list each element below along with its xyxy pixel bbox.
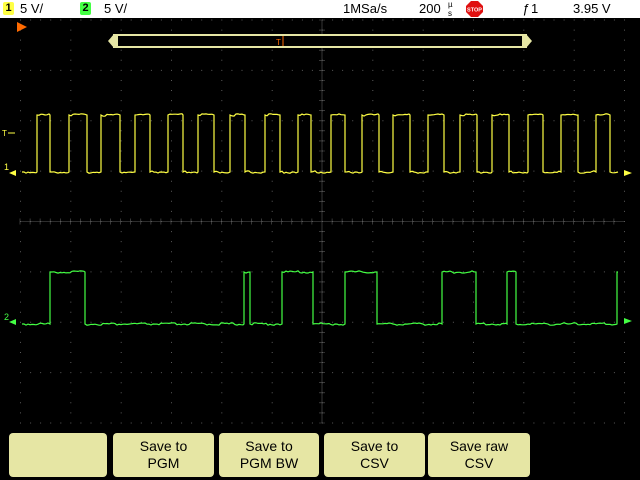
sample-rate: 1MSa/s bbox=[343, 1, 388, 16]
ch1-badge: 1 bbox=[3, 2, 14, 15]
softkey-2-line2: PGM bbox=[147, 455, 180, 471]
softkey-4-line1: Save to bbox=[350, 438, 399, 454]
graticule bbox=[19, 19, 625, 424]
save-to-pgm-bw-button[interactable]: Save to PGM BW bbox=[219, 433, 319, 477]
ch1-waveform bbox=[22, 113, 619, 174]
svg-text:1: 1 bbox=[4, 162, 9, 172]
ch2-waveform bbox=[22, 270, 618, 326]
softkey-3-line1: Save to bbox=[245, 438, 293, 454]
ch1-trigger-level-marker[interactable]: T bbox=[2, 129, 15, 138]
memory-position-bar[interactable]: T bbox=[108, 34, 532, 48]
softkey-2-line1: Save to bbox=[139, 438, 188, 454]
softkey-4-line2: CSV bbox=[360, 455, 389, 471]
timebase-unit: µ s bbox=[448, 0, 453, 18]
waveform-display: T T 1 2 bbox=[2, 19, 632, 424]
timebase-unit-prefix: µ bbox=[448, 0, 453, 9]
ch2-scale: 5 V/ bbox=[104, 1, 128, 16]
ch2-ground-marker[interactable]: 2 bbox=[4, 312, 16, 325]
softkey-5-line1: Save raw bbox=[449, 438, 509, 454]
trigger-time-marker-icon[interactable] bbox=[17, 22, 27, 32]
trigger-level: 3.95 V bbox=[573, 1, 611, 16]
trigger-slope-icon: ƒ bbox=[522, 1, 530, 16]
ch1-ground-marker[interactable]: 1 bbox=[4, 162, 16, 176]
timebase-value: 200 bbox=[419, 1, 441, 16]
run-state-label: STOP bbox=[467, 8, 482, 14]
save-to-csv-button[interactable]: Save to CSV bbox=[324, 433, 425, 477]
softkey-1[interactable] bbox=[9, 433, 107, 477]
softkey-5-line2: CSV bbox=[464, 455, 494, 471]
save-to-pgm-button[interactable]: Save to PGM bbox=[113, 433, 214, 477]
svg-text:2: 2 bbox=[4, 312, 9, 322]
svg-text:T: T bbox=[2, 129, 7, 138]
trigger-position-label: T bbox=[276, 38, 281, 47]
stop-icon: STOP bbox=[466, 1, 483, 17]
ch1-right-marker-icon bbox=[624, 170, 632, 176]
trigger-channel: 1 bbox=[531, 1, 539, 16]
save-raw-csv-button[interactable]: Save raw CSV bbox=[428, 433, 530, 477]
softkey-bar: Save to PGM Save to PGM BW Save to CSV S… bbox=[0, 430, 640, 480]
ch1-scale: 5 V/ bbox=[20, 1, 44, 16]
status-bar: 1 5 V/ 2 5 V/ 1MSa/s 200 µ s STOP ƒ 1 3.… bbox=[0, 0, 640, 18]
softkey-3-line2: PGM BW bbox=[239, 455, 299, 471]
ch2-right-marker-icon bbox=[624, 318, 632, 324]
ch2-badge: 2 bbox=[80, 2, 91, 15]
timebase-unit-seconds: s bbox=[448, 9, 452, 18]
